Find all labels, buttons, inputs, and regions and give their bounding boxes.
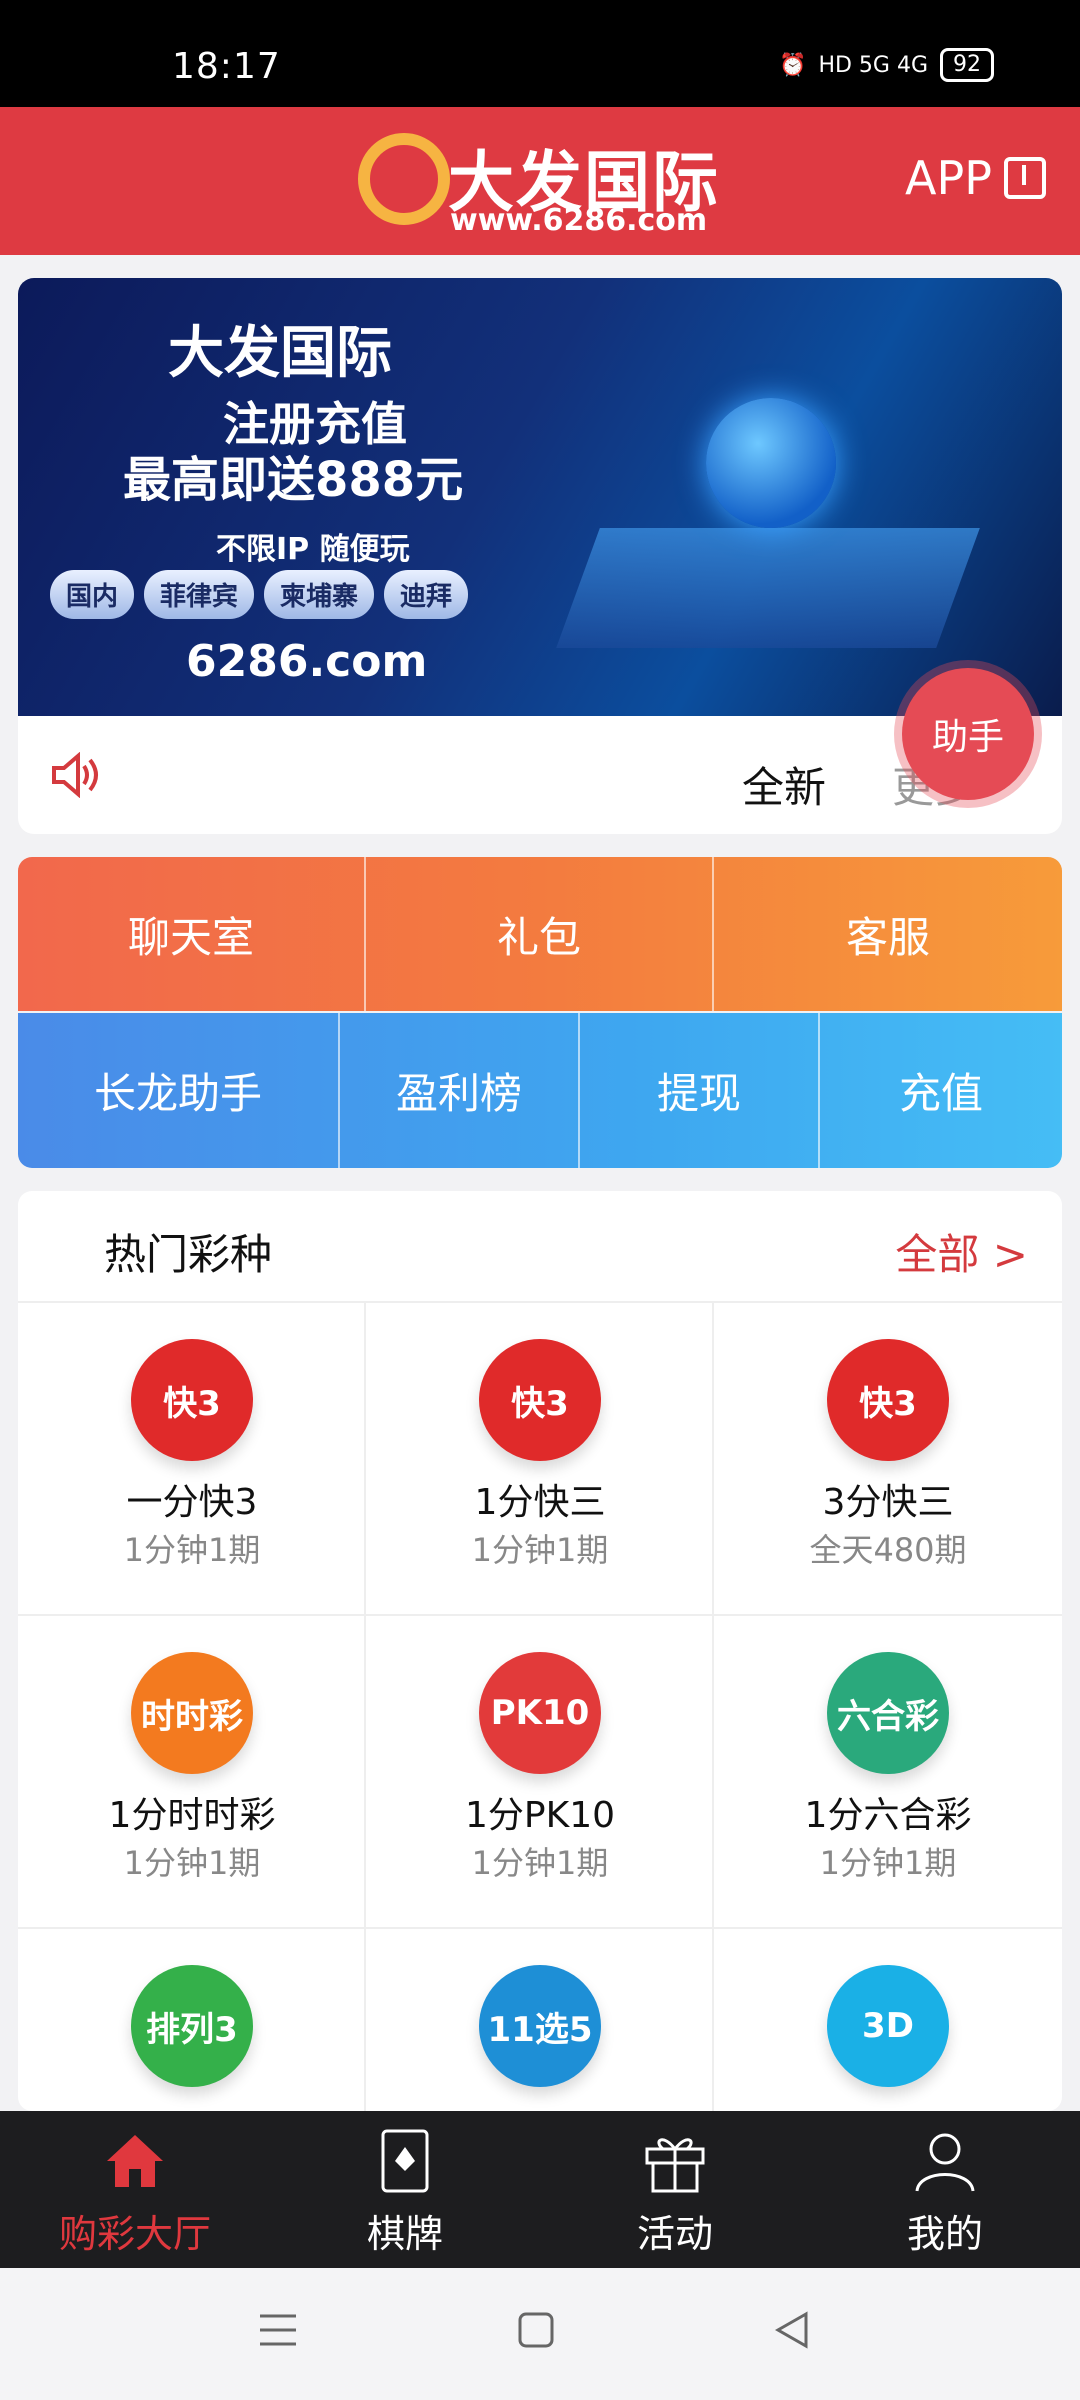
- gift-icon: [645, 2138, 705, 2193]
- lottery-item[interactable]: 六合彩 1分六合彩 1分钟1期: [714, 1616, 1062, 1929]
- region-chip: 菲律宾: [144, 570, 255, 619]
- view-all-link[interactable]: 全部 >: [895, 1221, 1028, 1282]
- home-icon: [107, 2135, 163, 2187]
- chat-room-button[interactable]: 聊天室: [18, 857, 366, 1011]
- gift-pack-button[interactable]: 礼包: [366, 857, 714, 1011]
- app-header: 大发国际 www.6286.com APP: [0, 107, 1080, 255]
- view-all-label: 全部: [895, 1230, 980, 1279]
- region-chip: 柬埔寨: [264, 570, 375, 619]
- network-indicator: HD 5G 4G: [818, 52, 928, 78]
- hot-lottery-header: 热门彩种 全部 >: [18, 1191, 1062, 1303]
- nav-activity[interactable]: 活动: [540, 2111, 810, 2268]
- nav-lobby[interactable]: 购彩大厅: [0, 2111, 270, 2268]
- status-icons: ⏰ HD 5G 4G 92: [779, 48, 994, 82]
- lottery-schedule: 全天480期: [809, 1531, 967, 1569]
- speaker-icon: [52, 752, 98, 798]
- lottery-logo-icon: 11选5: [479, 1965, 601, 2087]
- banner-domain: 6286.com: [186, 636, 428, 687]
- quick-row-1: 聊天室 礼包 客服: [18, 857, 1062, 1011]
- section-title: 热门彩种: [104, 1230, 273, 1279]
- menu-icon[interactable]: [258, 2312, 298, 2348]
- lottery-name: 1分PK10: [464, 1795, 616, 1836]
- lottery-name: 1分快三: [474, 1482, 606, 1523]
- lottery-item[interactable]: 快3 一分快3 1分钟1期: [18, 1303, 366, 1616]
- status-bar: 18:17 ⏰ HD 5G 4G 92: [0, 0, 1080, 107]
- banner-platform-graphic: [556, 528, 980, 648]
- lottery-logo-icon: 3D: [827, 1965, 949, 2087]
- lottery-schedule: 1分钟1期: [471, 1844, 609, 1882]
- hot-lottery-panel: 热门彩种 全部 > 快3 一分快3 1分钟1期 快3 1分快三 1分钟1期 快3 3分快三全天…: [18, 1191, 1062, 2111]
- brand-logo: 大发国际 www.6286.com: [358, 129, 728, 239]
- battery-indicator: 92: [940, 48, 994, 82]
- lottery-schedule: 1分钟1期: [123, 1844, 261, 1882]
- lottery-logo-icon: 六合彩: [827, 1652, 949, 1774]
- nav-label: 我的: [906, 2212, 983, 2256]
- quick-row-2: 长龙助手 盈利榜 提现 充值: [18, 1013, 1062, 1168]
- lottery-item[interactable]: 快3 1分快三 1分钟1期: [366, 1303, 714, 1616]
- banner-line2: 最高即送888元: [123, 452, 464, 508]
- streak-helper-button[interactable]: 长龙助手: [18, 1013, 340, 1168]
- dragon-coin-icon: [358, 133, 450, 225]
- alarm-icon: ⏰: [779, 52, 807, 78]
- lottery-schedule: 1分钟1期: [819, 1844, 957, 1882]
- lottery-name: 一分快3: [126, 1482, 258, 1523]
- lottery-item[interactable]: 时时彩 1分时时彩 1分钟1期: [18, 1616, 366, 1929]
- lottery-logo-icon: 快3: [479, 1339, 601, 1461]
- lottery-logo-icon: PK10: [479, 1652, 601, 1774]
- promo-banner[interactable]: 大发国际 注册充值 最高即送888元 不限IP 随便玩 国内 菲律宾 柬埔寨 迪…: [18, 278, 1062, 716]
- nav-cards[interactable]: 棋牌: [270, 2111, 540, 2268]
- home-square-icon[interactable]: [518, 2312, 554, 2348]
- lottery-name: 1分时时彩: [108, 1795, 276, 1836]
- banner-region-chips: 国内 菲律宾 柬埔寨 迪拜: [50, 570, 469, 619]
- lottery-logo-icon: 排列3: [131, 1965, 253, 2087]
- deposit-button[interactable]: 充值: [820, 1013, 1062, 1168]
- region-chip: 国内: [50, 570, 135, 619]
- notice-text: 全新: [742, 763, 827, 812]
- lottery-name: 3分快三: [822, 1482, 954, 1523]
- lottery-logo-icon: 时时彩: [131, 1652, 253, 1774]
- lottery-item[interactable]: PK10 1分PK10 1分钟1期: [366, 1616, 714, 1929]
- lottery-item[interactable]: 排列3: [18, 1929, 366, 2111]
- logo-globe-icon: [706, 398, 836, 528]
- lottery-item[interactable]: 11选5: [366, 1929, 714, 2111]
- chevron-right-icon: >: [992, 1230, 1028, 1279]
- lottery-schedule: 1分钟1期: [471, 1531, 609, 1569]
- back-icon[interactable]: [774, 2310, 810, 2350]
- download-app-button[interactable]: APP: [905, 151, 1046, 205]
- quick-actions: 聊天室 礼包 客服 长龙助手 盈利榜 提现 充值: [18, 857, 1062, 1168]
- lottery-schedule: 1分钟1期: [123, 1531, 261, 1569]
- brand-url: www.6286.com: [450, 203, 708, 238]
- nav-profile[interactable]: 我的: [810, 2111, 1080, 2268]
- status-time: 18:17: [172, 46, 281, 87]
- nav-label: 棋牌: [366, 2212, 443, 2256]
- lottery-item[interactable]: 快3 3分快三全天480期: [714, 1303, 1062, 1616]
- banner-line3: 不限IP 随便玩: [216, 532, 410, 567]
- profit-board-button[interactable]: 盈利榜: [340, 1013, 580, 1168]
- lottery-item[interactable]: 3D: [714, 1929, 1062, 2111]
- cards-icon: [381, 2129, 429, 2193]
- withdraw-button[interactable]: 提现: [580, 1013, 820, 1168]
- bottom-nav: 购彩大厅 棋牌 活动 我的: [0, 2111, 1080, 2268]
- download-icon: [1004, 157, 1046, 199]
- region-chip: 迪拜: [384, 570, 469, 619]
- lottery-name: 1分六合彩: [804, 1795, 972, 1836]
- customer-service-button[interactable]: 客服: [714, 857, 1062, 1011]
- assistant-float-button[interactable]: 助手: [902, 668, 1034, 800]
- lottery-logo-icon: 快3: [131, 1339, 253, 1461]
- banner-brand: 大发国际: [168, 321, 392, 386]
- user-icon: [915, 2133, 975, 2192]
- nav-label: 购彩大厅: [58, 2212, 211, 2256]
- app-label: APP: [905, 151, 992, 205]
- lottery-logo-icon: 快3: [827, 1339, 949, 1461]
- system-nav-bar: [0, 2268, 1080, 2400]
- nav-label: 活动: [636, 2212, 713, 2256]
